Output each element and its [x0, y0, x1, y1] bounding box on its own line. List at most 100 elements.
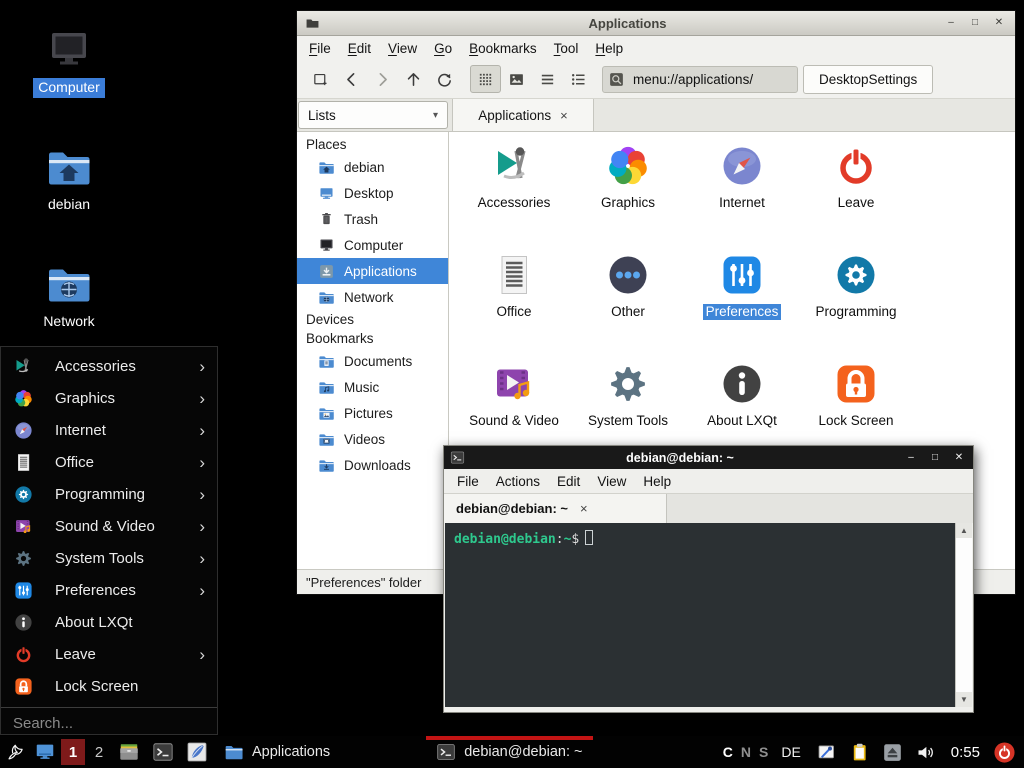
menu-item-about-lxqt[interactable]: About LXQt: [1, 606, 217, 638]
menu-search-input[interactable]: [11, 714, 207, 733]
forward-button[interactable]: [367, 65, 398, 93]
fm-menu-go[interactable]: Go: [434, 41, 452, 56]
terminal-menu-view[interactable]: View: [597, 474, 626, 489]
folder-network-icon: [318, 289, 335, 306]
address-input[interactable]: [631, 71, 792, 88]
menu-item-sound-video[interactable]: Sound & Video›: [1, 510, 217, 542]
file-manager-launcher[interactable]: [116, 739, 142, 765]
scroll-up-icon[interactable]: ▲: [956, 523, 972, 538]
terminal-minimize-button[interactable]: –: [903, 453, 919, 463]
app-category-internet[interactable]: Internet: [685, 142, 799, 251]
sidebar-item-downloads[interactable]: Downloads: [297, 452, 448, 478]
screenshot-tool-icon[interactable]: [816, 742, 837, 763]
terminal-tab-close-icon[interactable]: ×: [580, 501, 588, 516]
menu-item-lock-screen[interactable]: Lock Screen: [1, 670, 217, 702]
office-icon: [490, 251, 538, 299]
terminal-scrollbar[interactable]: ▲ ▼: [955, 523, 972, 707]
terminal-tab[interactable]: debian@debian: ~ ×: [444, 494, 667, 523]
removable-media-eject-icon[interactable]: [882, 742, 903, 763]
sidebar-item-applications[interactable]: Applications: [297, 258, 448, 284]
workspace-2[interactable]: 2: [87, 739, 111, 765]
sidebar-item-documents[interactable]: Documents: [297, 348, 448, 374]
start-menu-button[interactable]: [2, 739, 28, 765]
terminal-menu-help[interactable]: Help: [643, 474, 671, 489]
app-category-accessories[interactable]: Accessories: [457, 142, 571, 251]
fm-menu-edit[interactable]: Edit: [348, 41, 371, 56]
terminal-titlebar[interactable]: debian@debian: ~ – □ ✕: [444, 446, 973, 469]
sidebar-item-videos[interactable]: Videos: [297, 426, 448, 452]
address-bar[interactable]: [602, 66, 798, 93]
app-category-leave[interactable]: Leave: [799, 142, 913, 251]
menu-item-preferences[interactable]: Preferences›: [1, 574, 217, 606]
terminal-maximize-button[interactable]: □: [927, 453, 943, 463]
volume-icon[interactable]: [915, 742, 936, 763]
taskbar-task-applications[interactable]: Applications: [214, 736, 340, 768]
menu-item-leave[interactable]: Leave›: [1, 638, 217, 670]
icon-view-button[interactable]: [470, 65, 501, 93]
menu-item-system-tools[interactable]: System Tools›: [1, 542, 217, 574]
app-category-graphics[interactable]: Graphics: [571, 142, 685, 251]
terminal-menu-file[interactable]: File: [457, 474, 479, 489]
places-side-pane: PlacesdebianDesktopTrashComputerApplicat…: [297, 132, 449, 569]
minimize-button[interactable]: –: [943, 18, 959, 28]
file-manager-tabrow: Lists ▾ Applications ×: [297, 99, 1015, 132]
power-button[interactable]: [993, 741, 1016, 764]
up-button[interactable]: [398, 65, 429, 93]
sidebar-item-trash[interactable]: Trash: [297, 206, 448, 232]
show-desktop-button[interactable]: [32, 739, 58, 765]
menu-item-internet[interactable]: Internet›: [1, 414, 217, 446]
reload-button[interactable]: [429, 65, 460, 93]
tab-applications[interactable]: Applications ×: [452, 99, 594, 131]
terminal-menu-edit[interactable]: Edit: [557, 474, 580, 489]
file-manager-titlebar[interactable]: Applications – □ ✕: [297, 11, 1015, 36]
thumbnail-view-button[interactable]: [501, 65, 532, 93]
sidebar-item-desktop[interactable]: Desktop: [297, 180, 448, 206]
sidebar-item-music[interactable]: Music: [297, 374, 448, 400]
terminal-close-button[interactable]: ✕: [951, 453, 967, 463]
sidebar-item-debian[interactable]: debian: [297, 154, 448, 180]
terminal-screen[interactable]: debian@debian:~$: [445, 523, 955, 707]
workspace-1[interactable]: 1: [61, 739, 85, 765]
side-pane-selector[interactable]: Lists ▾: [298, 101, 448, 129]
desktop-icon-debian[interactable]: debian: [17, 143, 121, 215]
compact-view-button[interactable]: [532, 65, 563, 93]
fm-menu-help[interactable]: Help: [595, 41, 623, 56]
scroll-down-icon[interactable]: ▼: [956, 692, 972, 707]
detailed-view-button[interactable]: [563, 65, 594, 93]
desktop-icon-computer[interactable]: Computer: [17, 26, 121, 98]
desktop-settings-button[interactable]: DesktopSettings: [803, 65, 933, 94]
back-button[interactable]: [336, 65, 367, 93]
tab-close-icon[interactable]: ×: [560, 108, 568, 123]
taskbar-task-debian-debian-[interactable]: debian@debian: ~: [426, 736, 592, 768]
submenu-chevron-icon: ›: [199, 550, 205, 567]
sidebar-item-network[interactable]: Network: [297, 284, 448, 310]
new-tab-button[interactable]: [305, 65, 336, 93]
app-category-programming[interactable]: Programming: [799, 251, 913, 360]
menu-item-accessories[interactable]: Accessories›: [1, 350, 217, 382]
menu-item-office[interactable]: Office›: [1, 446, 217, 478]
folder-music-icon: [318, 379, 335, 396]
keyboard-state-indicators: CNS: [719, 744, 773, 760]
keyboard-layout-indicator[interactable]: DE: [781, 744, 800, 760]
sidebar-item-computer[interactable]: Computer: [297, 232, 448, 258]
menu-item-programming[interactable]: Programming›: [1, 478, 217, 510]
terminal-launcher[interactable]: [150, 739, 176, 765]
app-category-other[interactable]: Other: [571, 251, 685, 360]
app-category-office[interactable]: Office: [457, 251, 571, 360]
sidebar-item-pictures[interactable]: Pictures: [297, 400, 448, 426]
menu-item-graphics[interactable]: Graphics›: [1, 382, 217, 414]
desktop-icon-network[interactable]: Network: [17, 260, 121, 332]
fm-menu-file[interactable]: File: [309, 41, 331, 56]
close-button[interactable]: ✕: [991, 18, 1007, 28]
menu-search-row: [1, 707, 217, 738]
fm-menu-bookmarks[interactable]: Bookmarks: [469, 41, 537, 56]
fm-menu-view[interactable]: View: [388, 41, 417, 56]
featherpad-launcher[interactable]: [184, 739, 210, 765]
maximize-button[interactable]: □: [967, 18, 983, 28]
fm-menu-tool[interactable]: Tool: [554, 41, 579, 56]
clipboard-icon[interactable]: [849, 742, 870, 763]
terminal-menu-actions[interactable]: Actions: [496, 474, 540, 489]
clock[interactable]: 0:55: [951, 744, 980, 761]
app-category-preferences[interactable]: Preferences: [685, 251, 799, 360]
accessories-icon: [490, 142, 538, 190]
